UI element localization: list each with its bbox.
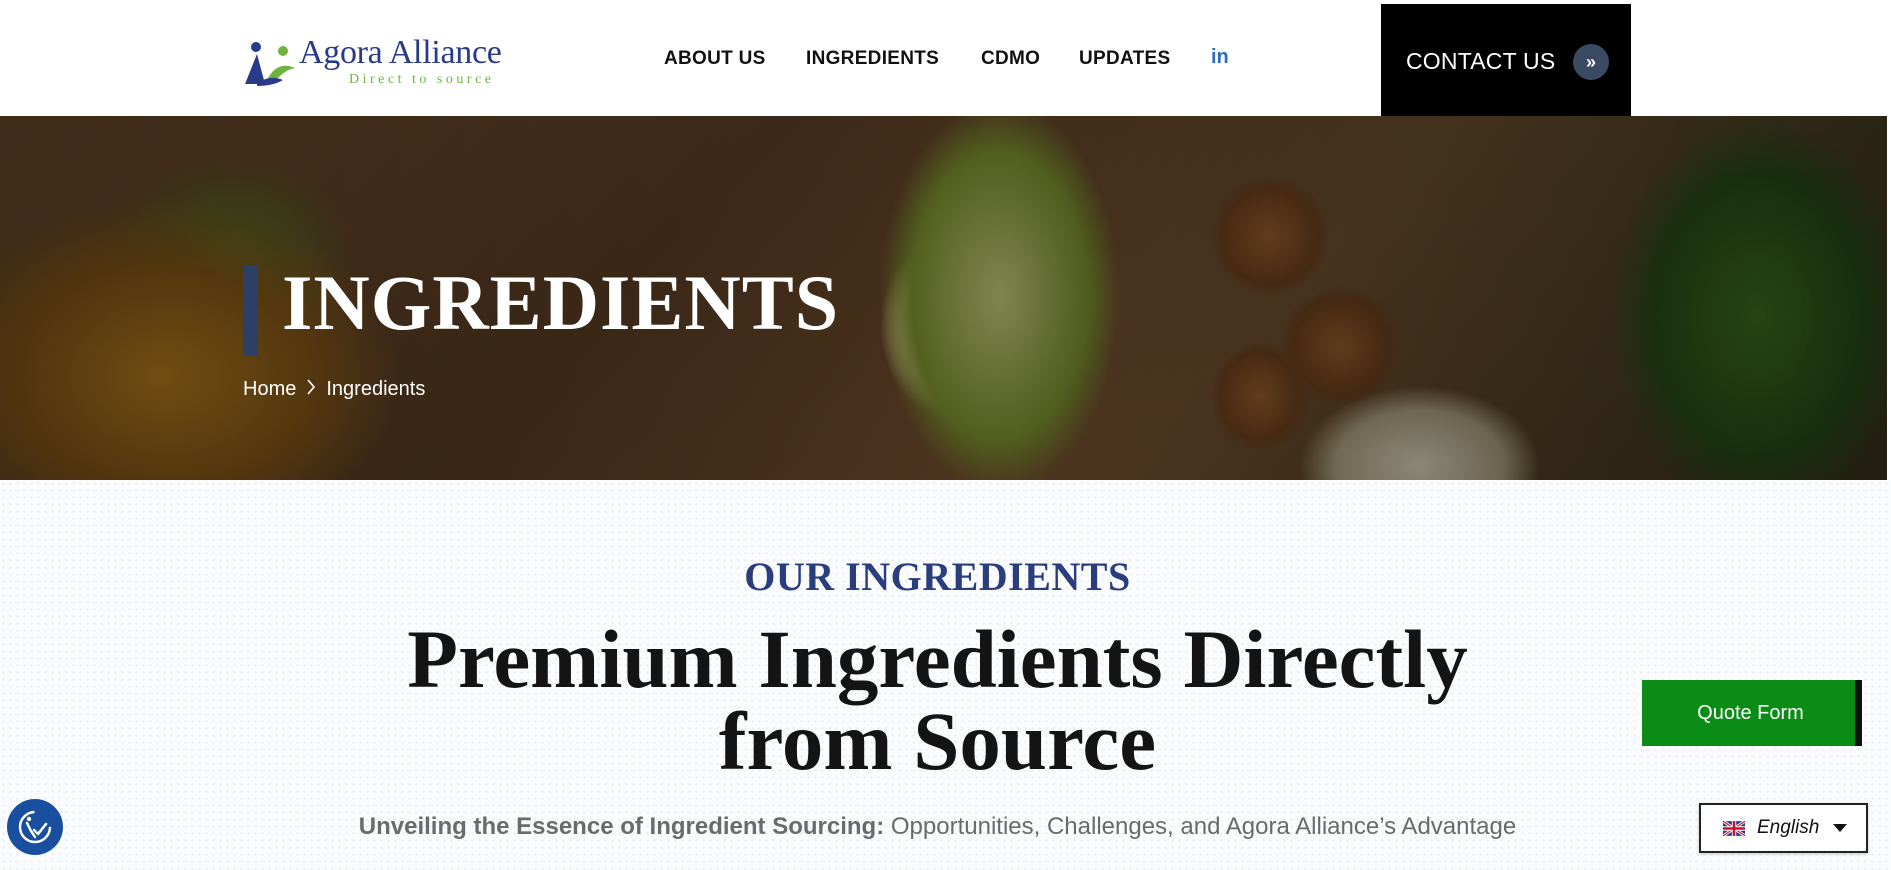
logo-tagline: Direct to source xyxy=(349,72,495,87)
contact-us-button[interactable]: CONTACT US » xyxy=(1381,4,1631,116)
subheading-rest: Opportunities, Challenges, and Agora All… xyxy=(884,813,1517,840)
section-eyebrow: OUR INGREDIENTS xyxy=(744,554,1131,599)
subheading-bold: Unveiling the Essence of Ingredient Sour… xyxy=(358,813,885,840)
nav-updates[interactable]: UPDATES xyxy=(1079,48,1170,70)
contact-us-label: CONTACT US xyxy=(1406,48,1556,74)
nav-cdmo[interactable]: CDMO xyxy=(981,48,1040,70)
double-chevron-right-icon: » xyxy=(1573,44,1609,80)
page-title: INGREDIENTS xyxy=(282,259,840,346)
language-selector[interactable]: English xyxy=(1699,803,1868,853)
logo[interactable]: Agora Alliance Direct to source xyxy=(243,34,518,90)
section-headline: Premium Ingredients Directly from Source xyxy=(0,618,1875,783)
section-subheading: Unveiling the Essence of Ingredient Sour… xyxy=(0,813,1875,841)
breadcrumb-current: Ingredients xyxy=(326,378,426,400)
nav-ingredients[interactable]: INGREDIENTS xyxy=(806,48,939,70)
headline-line-1: Premium Ingredients Directly xyxy=(407,613,1468,705)
logo-mark-icon xyxy=(245,42,295,86)
hero-banner: INGREDIENTS Home Ingredients xyxy=(0,116,1887,480)
title-accent-bar xyxy=(243,266,258,356)
uk-flag-icon xyxy=(1723,820,1745,836)
breadcrumb: Home Ingredients xyxy=(243,378,425,401)
headline-line-2: from Source xyxy=(718,695,1157,787)
quote-form-button[interactable]: Quote Form xyxy=(1642,680,1862,746)
ingredients-intro: OUR INGREDIENTS Premium Ingredients Dire… xyxy=(0,480,1891,870)
accessibility-icon[interactable] xyxy=(7,799,63,855)
linkedin-icon[interactable]: in xyxy=(1211,46,1229,69)
caret-down-icon xyxy=(1833,824,1848,832)
site-header: Agora Alliance Direct to source ABOUT US… xyxy=(0,0,1891,116)
chevron-right-icon xyxy=(306,378,316,401)
nav-about-us[interactable]: ABOUT US xyxy=(664,48,766,70)
language-label: English xyxy=(1757,817,1820,838)
logo-name: Agora Alliance xyxy=(299,34,502,71)
breadcrumb-home[interactable]: Home xyxy=(243,378,296,401)
